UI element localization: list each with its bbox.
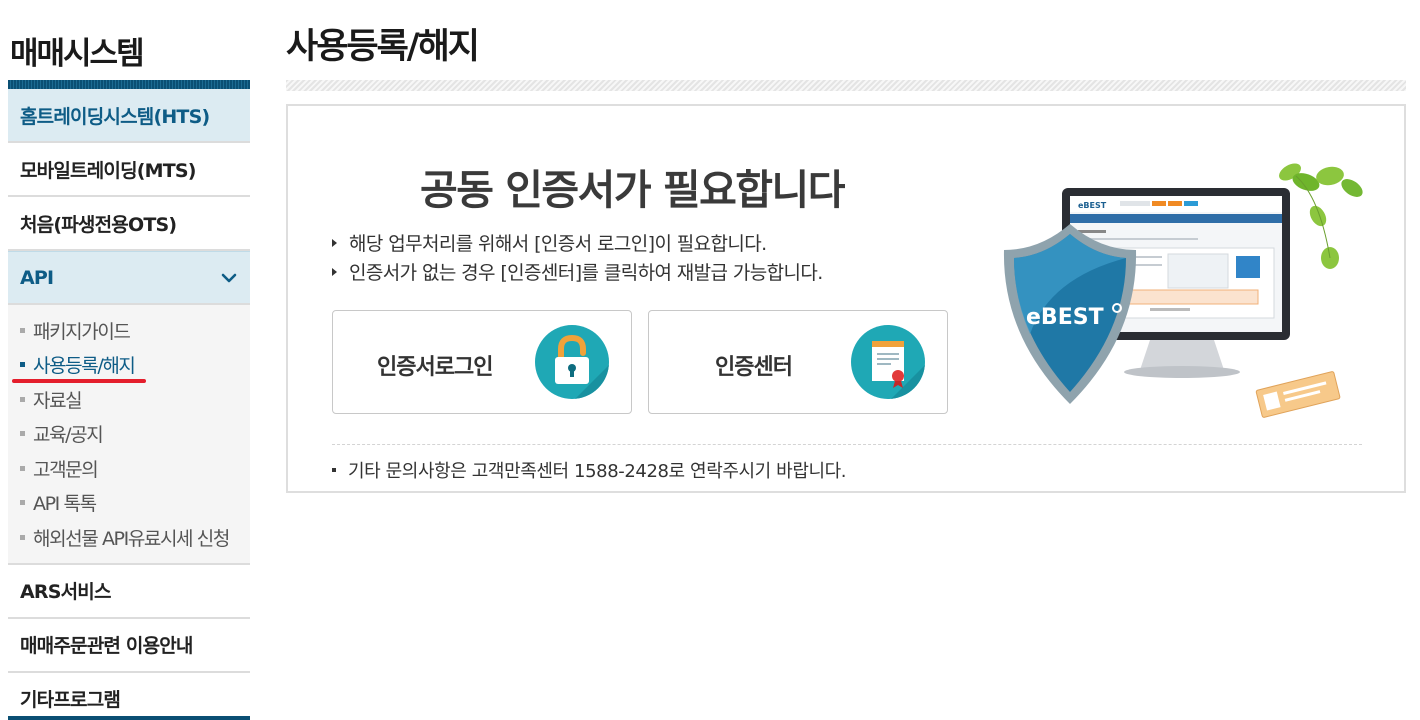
chevron-down-icon[interactable] — [220, 269, 238, 287]
submenu-item-api-talk[interactable]: API 톡톡 — [8, 486, 250, 521]
sidebar-title: 매매시스템 — [10, 36, 145, 72]
dotted-divider — [332, 444, 1362, 445]
submenu-item-inquiry[interactable]: 고객문의 — [8, 451, 250, 486]
certificate-card-icon — [1255, 371, 1341, 418]
bullet-icon — [20, 362, 25, 368]
page-title: 사용등록/해지 — [286, 27, 480, 67]
api-submenu: 패키지가이드 사용등록/해지 자료실 교육/공지 고객문의 API 톡톡 해외선… — [8, 305, 250, 565]
submenu-item-label: 교육/공지 — [33, 424, 104, 447]
sidebar-item-label: 매매주문관련 이용안내 — [20, 635, 193, 657]
description-line: 인증서가 없는 경우 [인증센터]를 클릭하여 재발급 가능합니다. — [332, 258, 823, 285]
sidebar-top-bar — [8, 80, 250, 89]
sidebar-item-ots[interactable]: 처음(파생전용OTS) — [8, 197, 250, 251]
sidebar-menu: 홈트레이딩시스템(HTS) 모바일트레이딩(MTS) 처음(파생전용OTS) A… — [8, 89, 250, 720]
contact-notice: 기타 문의사항은 고객만족센터 1588-2428로 연락주시기 바랍니다. — [332, 457, 847, 483]
description-text: 해당 업무처리를 위해서 [인증서 로그인]이 필요합니다. — [349, 233, 767, 255]
submenu-item-downloads[interactable]: 자료실 — [8, 382, 250, 417]
sidebar-item-label: 모바일트레이딩(MTS) — [20, 159, 196, 182]
shield-brand-text: eBEST — [1026, 305, 1104, 330]
submenu-item-overseas-futures[interactable]: 해외선물 API유료시세 신청 — [8, 520, 250, 555]
submenu-item-education[interactable]: 교육/공지 — [8, 417, 250, 452]
sidebar-item-order-guide[interactable]: 매매주문관련 이용안내 — [8, 619, 250, 673]
sidebar-item-api[interactable]: API — [8, 251, 250, 305]
bullet-icon — [20, 431, 25, 437]
bullet-icon — [20, 465, 25, 471]
certificate-login-button[interactable]: 인증서로그인 — [332, 310, 632, 414]
bullet-icon — [20, 396, 25, 402]
square-bullet-icon — [332, 468, 336, 472]
sidebar-bottom-bar — [8, 716, 250, 720]
certificate-illustration: eBEST eBEST — [1003, 163, 1363, 418]
submenu-item-label: 사용등록/해지 — [33, 355, 136, 378]
contact-text: 기타 문의사항은 고객만족센터 1588-2428로 연락주시기 바랍니다. — [348, 461, 847, 482]
bullet-icon — [20, 327, 25, 333]
sidebar-item-other-programs[interactable]: 기타프로그램 — [8, 673, 250, 720]
bullet-icon — [20, 534, 25, 540]
submenu-item-registration[interactable]: 사용등록/해지 — [8, 348, 250, 383]
certificate-center-label: 인증센터 — [715, 355, 793, 380]
monitor-brand-text: eBEST — [1078, 201, 1107, 210]
sidebar-item-label: 처음(파생전용OTS) — [20, 213, 177, 236]
certificate-icon — [851, 325, 925, 399]
sidebar: 매매시스템 홈트레이딩시스템(HTS) 모바일트레이딩(MTS) 처음(파생전용… — [8, 0, 250, 720]
sidebar-item-label: 홈트레이딩시스템(HTS) — [20, 105, 210, 128]
certificate-heading: 공동 인증서가 필요합니다 — [420, 166, 845, 214]
sidebar-item-hts[interactable]: 홈트레이딩시스템(HTS) — [8, 89, 250, 143]
certificate-required-panel: 공동 인증서가 필요합니다 해당 업무처리를 위해서 [인증서 로그인]이 필요… — [286, 104, 1406, 493]
lock-icon — [535, 325, 609, 399]
title-divider — [286, 80, 1406, 91]
triangle-bullet-icon — [332, 267, 337, 276]
certificate-center-button[interactable]: 인증센터 — [648, 310, 948, 414]
submenu-item-label: 자료실 — [33, 389, 83, 412]
description-line: 해당 업무처리를 위해서 [인증서 로그인]이 필요합니다. — [332, 229, 767, 256]
submenu-item-label: 해외선물 API유료시세 신청 — [33, 527, 230, 550]
certificate-login-label: 인증서로그인 — [377, 355, 493, 380]
sidebar-item-label: API — [20, 266, 54, 289]
shield-icon: eBEST — [1003, 224, 1137, 404]
submenu-item-label: API 톡톡 — [33, 493, 97, 516]
submenu-item-label: 고객문의 — [33, 458, 99, 481]
description-text: 인증서가 없는 경우 [인증센터]를 클릭하여 재발급 가능합니다. — [349, 262, 823, 284]
sidebar-item-mts[interactable]: 모바일트레이딩(MTS) — [8, 143, 250, 197]
submenu-item-label: 패키지가이드 — [33, 320, 131, 343]
sidebar-item-label: 기타프로그램 — [20, 689, 121, 711]
submenu-item-package-guide[interactable]: 패키지가이드 — [8, 313, 250, 348]
bullet-icon — [20, 500, 25, 506]
sidebar-item-label: ARS서비스 — [20, 581, 111, 603]
sidebar-item-ars[interactable]: ARS서비스 — [8, 565, 250, 619]
triangle-bullet-icon — [332, 238, 337, 247]
